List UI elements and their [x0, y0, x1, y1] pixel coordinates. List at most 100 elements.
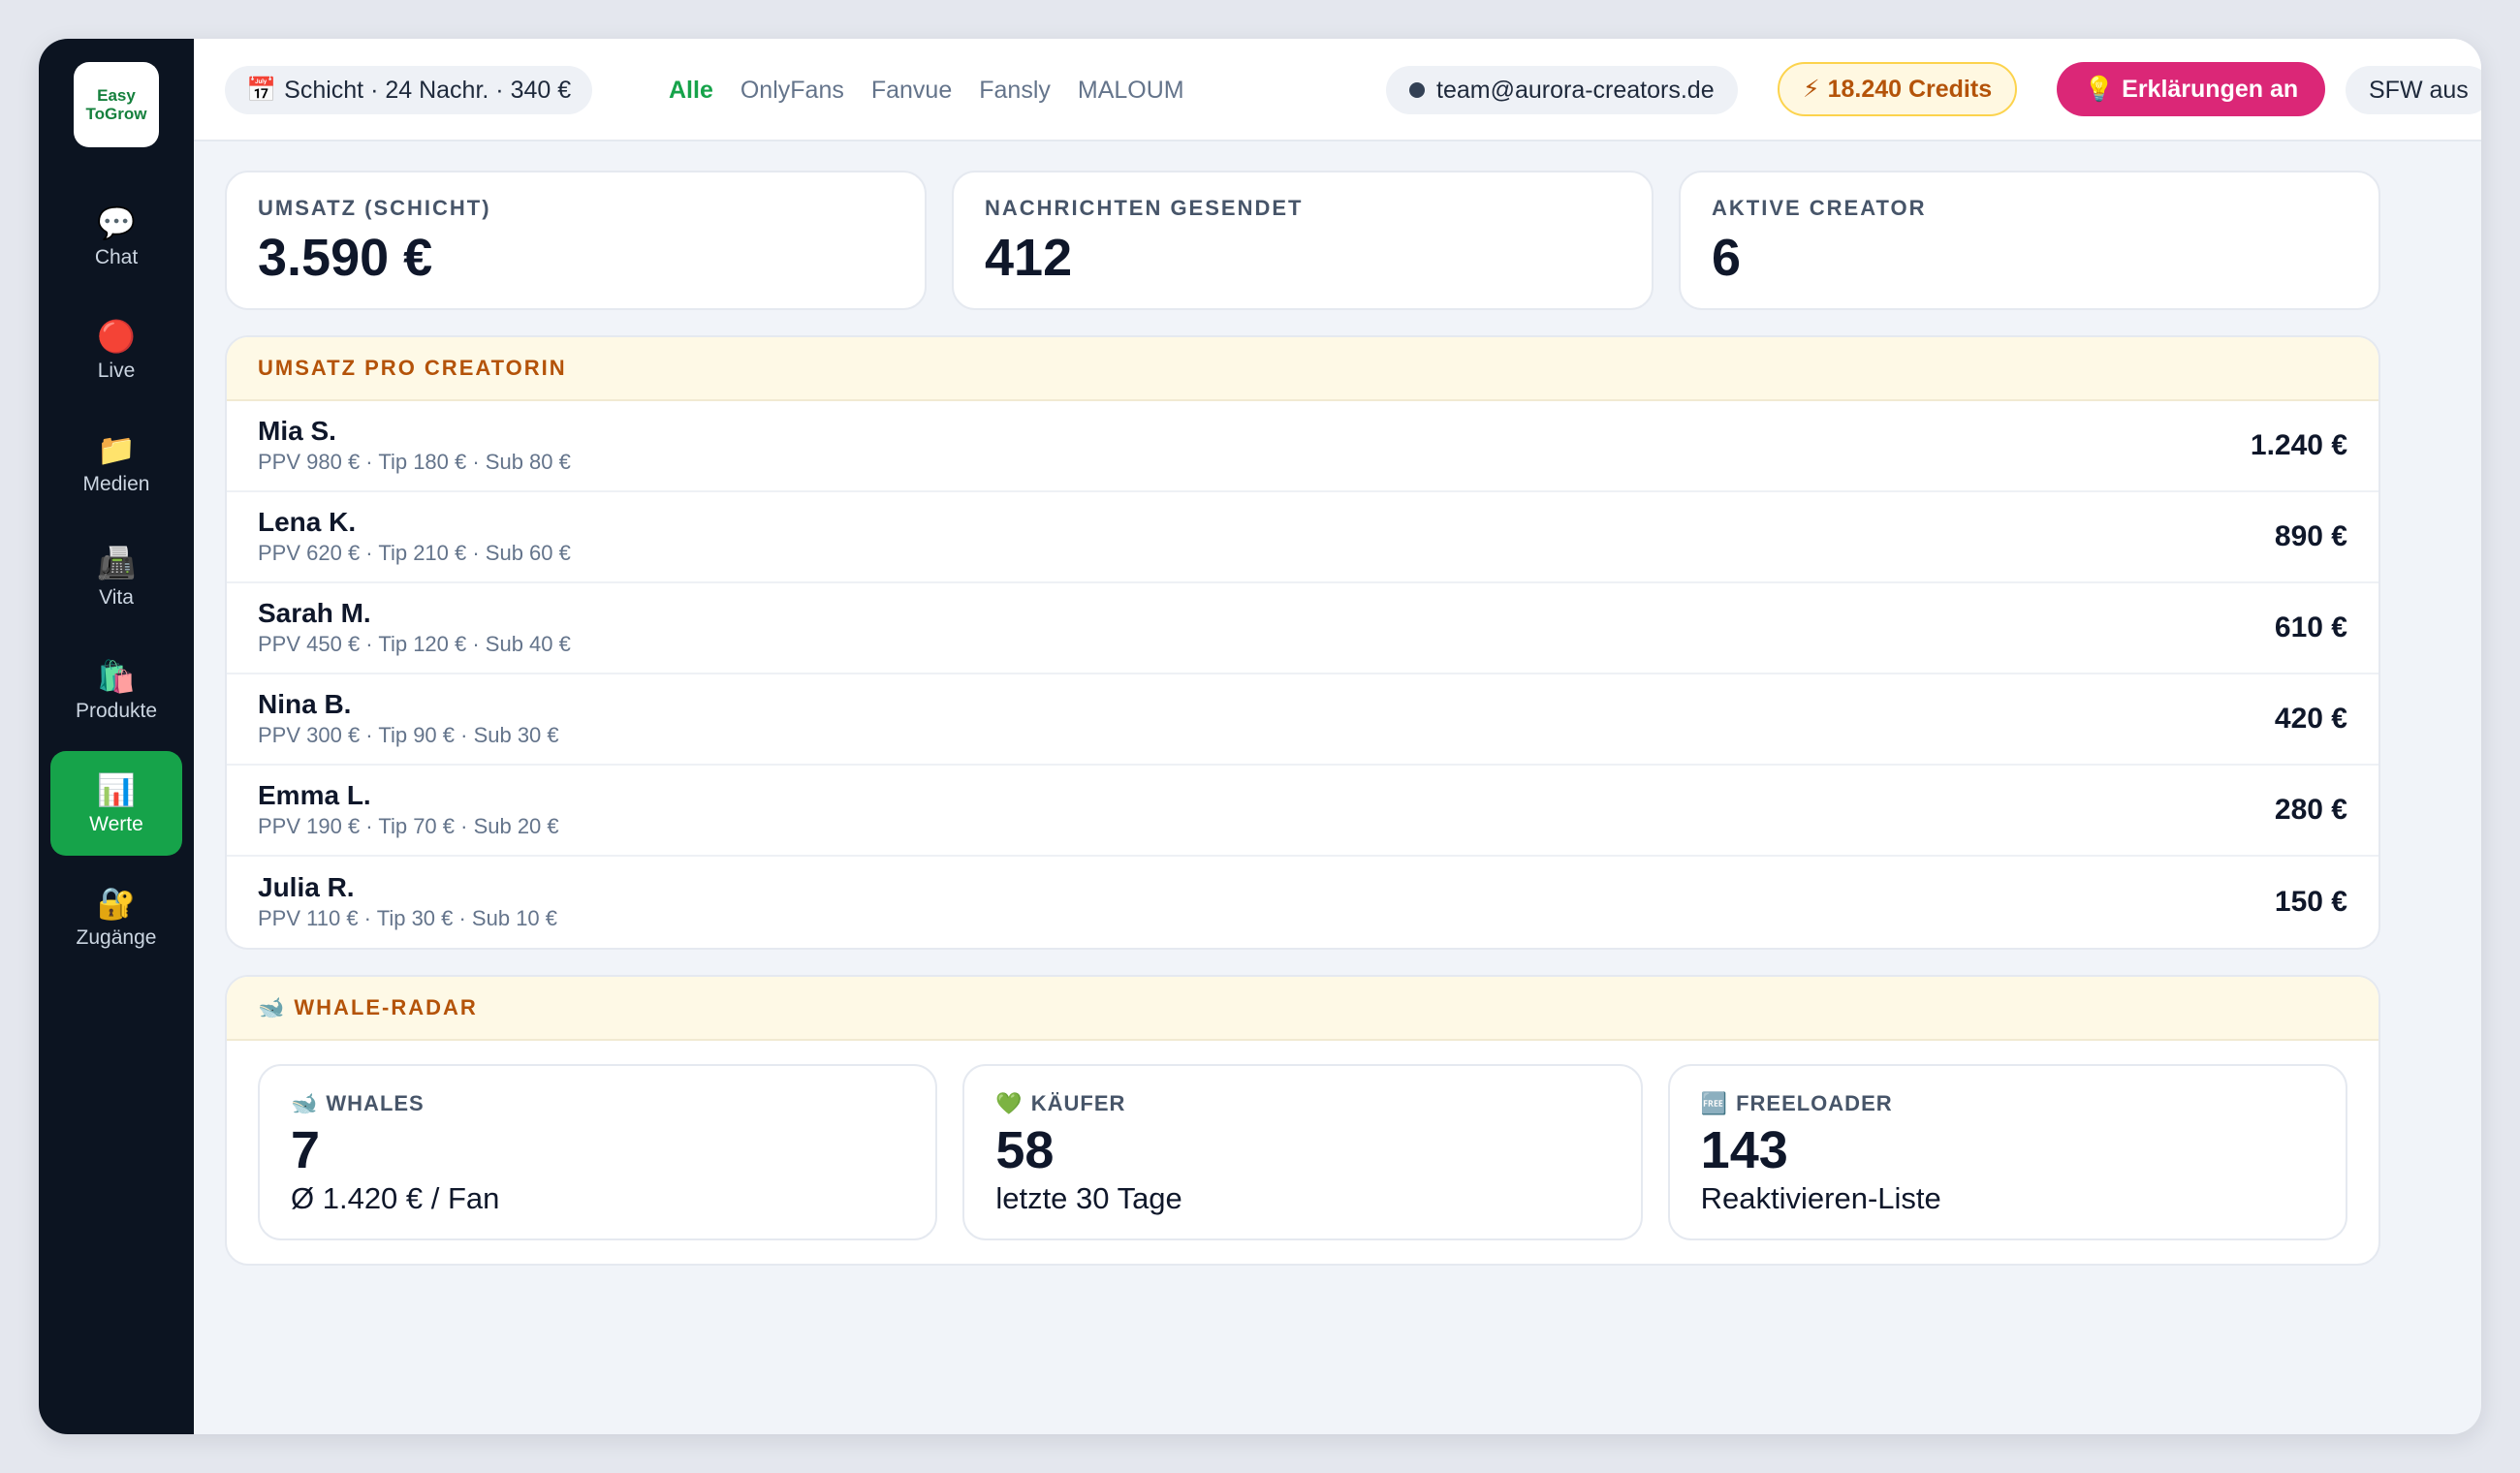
stat-label: UMSATZ (SCHICHT): [258, 196, 491, 220]
sidebar-item-vita[interactable]: 📠 Vita: [50, 524, 182, 629]
tab-maloum[interactable]: MALOUM: [1078, 77, 1184, 105]
dashboard-content: UMSATZ (SCHICHT) 3.590 € NACHRICHTEN GES…: [225, 171, 2380, 1266]
sidebar-item-zugaenge[interactable]: 🔐 Zugänge: [50, 864, 182, 969]
folder-icon: 📁: [97, 432, 136, 467]
radar-card-buyers[interactable]: 💚 KÄUFER 58 letzte 30 Tage: [962, 1064, 1643, 1240]
credits-label: 18.240 Credits: [1827, 75, 1993, 103]
sfw-toggle-button[interactable]: SFW aus: [2346, 66, 2481, 114]
radar-card-whales[interactable]: 🐋 WHALES 7 Ø 1.420 € / Fan: [258, 1064, 938, 1240]
credits-button[interactable]: ⚡ 18.240 Credits: [1778, 62, 2018, 116]
tab-onlyfans[interactable]: OnlyFans: [740, 77, 844, 105]
app-window: Easy ToGrow 💬 Chat 🔴 Live 📁 Medien 📠 Vit…: [39, 39, 2481, 1434]
stat-value: 412: [985, 229, 1073, 287]
radar-card-label-text: FREELOADER: [1736, 1091, 1893, 1115]
stat-value: 3.590 €: [258, 229, 433, 287]
bar-chart-icon: 📊: [97, 772, 136, 807]
shift-summary-chip[interactable]: 📅 Schicht · 24 Nachr. · 340 €: [225, 66, 593, 114]
free-icon: 🆓: [1700, 1091, 1729, 1115]
creator-name: Mia S.: [258, 416, 336, 446]
app-logo[interactable]: Easy ToGrow: [74, 62, 159, 147]
sidebar: Easy ToGrow 💬 Chat 🔴 Live 📁 Medien 📠 Vit…: [39, 39, 194, 1434]
whale-radar-title: WHALE-RADAR: [294, 995, 478, 1019]
panel-title: 🐋 WHALE-RADAR: [227, 977, 2378, 1041]
tab-alle[interactable]: Alle: [669, 77, 713, 105]
table-row[interactable]: Julia R. PPV 110 € · Tip 30 € · Sub 10 €…: [227, 857, 2378, 948]
revenue-breakdown: PPV 190 € · Tip 70 € · Sub 20 €: [258, 814, 559, 838]
creator-revenue: 610 €: [2274, 611, 2347, 643]
radar-card-freeloader[interactable]: 🆓 FREELOADER 143 Reaktivieren-Liste: [1667, 1064, 2347, 1240]
stat-card-active-creators: AKTIVE CREATOR 6: [1679, 171, 2380, 310]
stat-card-messages: NACHRICHTEN GESENDET 412: [952, 171, 1654, 310]
creator-revenue: 420 €: [2274, 703, 2347, 735]
radar-card-label: 🐋 WHALES: [291, 1091, 904, 1116]
sfw-label: SFW aus: [2369, 76, 2469, 104]
table-row[interactable]: Sarah M. PPV 450 € · Tip 120 € · Sub 40 …: [227, 583, 2378, 674]
green-heart-icon: 💚: [995, 1091, 1024, 1115]
logo-line-2: ToGrow: [85, 105, 147, 123]
stat-value: 6: [1712, 229, 1742, 287]
sidebar-item-label: Medien: [82, 473, 150, 495]
table-row[interactable]: Lena K. PPV 620 € · Tip 210 € · Sub 60 €…: [227, 492, 2378, 583]
radar-card-value: 7: [291, 1121, 321, 1179]
stat-card-revenue: UMSATZ (SCHICHT) 3.590 €: [225, 171, 927, 310]
radar-card-subtext: letzte 30 Tage: [995, 1181, 1182, 1215]
sidebar-item-produkte[interactable]: 🛍️ Produkte: [50, 638, 182, 742]
creator-revenue: 150 €: [2274, 886, 2347, 918]
lock-with-key-icon: 🔐: [97, 886, 136, 921]
account-email: team@aurora-creators.de: [1436, 76, 1715, 104]
sidebar-item-label: Werte: [89, 813, 143, 835]
creator-revenue: 1.240 €: [2250, 429, 2347, 461]
logo-line-1: Easy: [97, 86, 136, 105]
sidebar-item-label: Zugänge: [76, 926, 157, 949]
revenue-breakdown: PPV 300 € · Tip 90 € · Sub 30 €: [258, 723, 559, 747]
table-row[interactable]: Mia S. PPV 980 € · Tip 180 € · Sub 80 € …: [227, 401, 2378, 492]
creator-name: Lena K.: [258, 507, 357, 537]
sidebar-item-label: Vita: [99, 586, 134, 609]
radar-card-label-text: KÄUFER: [1030, 1091, 1126, 1115]
lightning-icon: ⚡: [1803, 76, 1820, 103]
stat-label: NACHRICHTEN GESENDET: [985, 196, 1304, 220]
revenue-breakdown: PPV 620 € · Tip 210 € · Sub 60 €: [258, 541, 571, 565]
tab-fanvue[interactable]: Fanvue: [871, 77, 952, 105]
revenue-breakdown: PPV 980 € · Tip 180 € · Sub 80 €: [258, 450, 571, 474]
chat-bubble-icon: 💬: [97, 205, 136, 240]
creator-name: Emma L.: [258, 780, 371, 810]
radar-card-value: 58: [995, 1121, 1055, 1179]
shift-summary-text: Schicht · 24 Nachr. · 340 €: [284, 76, 572, 104]
revenue-per-creator-panel: UMSATZ PRO CREATORIN Mia S. PPV 980 € · …: [225, 335, 2380, 950]
stat-cards: UMSATZ (SCHICHT) 3.590 € NACHRICHTEN GES…: [225, 171, 2380, 310]
sidebar-item-label: Live: [97, 360, 136, 382]
radar-card-subtext: Ø 1.420 € / Fan: [291, 1181, 500, 1215]
table-row[interactable]: Nina B. PPV 300 € · Tip 90 € · Sub 30 € …: [227, 674, 2378, 766]
sidebar-item-label: Chat: [94, 246, 139, 268]
radar-card-label: 💚 KÄUFER: [995, 1091, 1609, 1116]
sidebar-item-chat[interactable]: 💬 Chat: [50, 184, 182, 289]
radar-card-label-text: WHALES: [326, 1091, 425, 1115]
live-red-dot-icon: 🔴: [97, 319, 136, 354]
whale-radar-cards: 🐋 WHALES 7 Ø 1.420 € / Fan 💚 KÄUFER 58 let…: [227, 1041, 2378, 1264]
account-email-chip[interactable]: team@aurora-creators.de: [1386, 66, 1738, 114]
creator-name: Sarah M.: [258, 598, 371, 628]
creator-name: Julia R.: [258, 872, 355, 902]
radar-card-value: 143: [1700, 1121, 1788, 1179]
platform-tabs: Alle OnlyFans Fanvue Fansly MALOUM: [669, 66, 1212, 114]
tab-fansly[interactable]: Fansly: [979, 77, 1051, 105]
radar-card-label: 🆓 FREELOADER: [1701, 1091, 2315, 1116]
fax-machine-icon: 📠: [97, 546, 136, 580]
panel-title: UMSATZ PRO CREATORIN: [227, 337, 2378, 401]
explanations-toggle-button[interactable]: 💡 Erklärungen an: [2057, 62, 2326, 116]
calendar-icon: 📅: [246, 76, 277, 104]
sidebar-item-medien[interactable]: 📁 Medien: [50, 411, 182, 516]
table-row[interactable]: Emma L. PPV 190 € · Tip 70 € · Sub 20 € …: [227, 766, 2378, 857]
main-area: 📅 Schicht · 24 Nachr. · 340 € Alle OnlyF…: [194, 39, 2481, 1434]
lightbulb-icon: 💡: [2084, 75, 2115, 103]
stat-label: AKTIVE CREATOR: [1712, 196, 1927, 220]
creator-revenue: 280 €: [2274, 794, 2347, 826]
sidebar-item-label: Produkte: [75, 700, 158, 722]
sidebar-item-live[interactable]: 🔴 Live: [50, 298, 182, 402]
sidebar-nav: 💬 Chat 🔴 Live 📁 Medien 📠 Vita 🛍️ Produkt…: [39, 184, 194, 978]
sidebar-item-werte[interactable]: 📊 Werte: [50, 751, 182, 856]
whale-radar-panel: 🐋 WHALE-RADAR 🐋 WHALES 7 Ø 1.420 € / Fan …: [225, 975, 2380, 1266]
revenue-breakdown: PPV 110 € · Tip 30 € · Sub 10 €: [258, 906, 558, 930]
creator-name: Nina B.: [258, 689, 352, 719]
